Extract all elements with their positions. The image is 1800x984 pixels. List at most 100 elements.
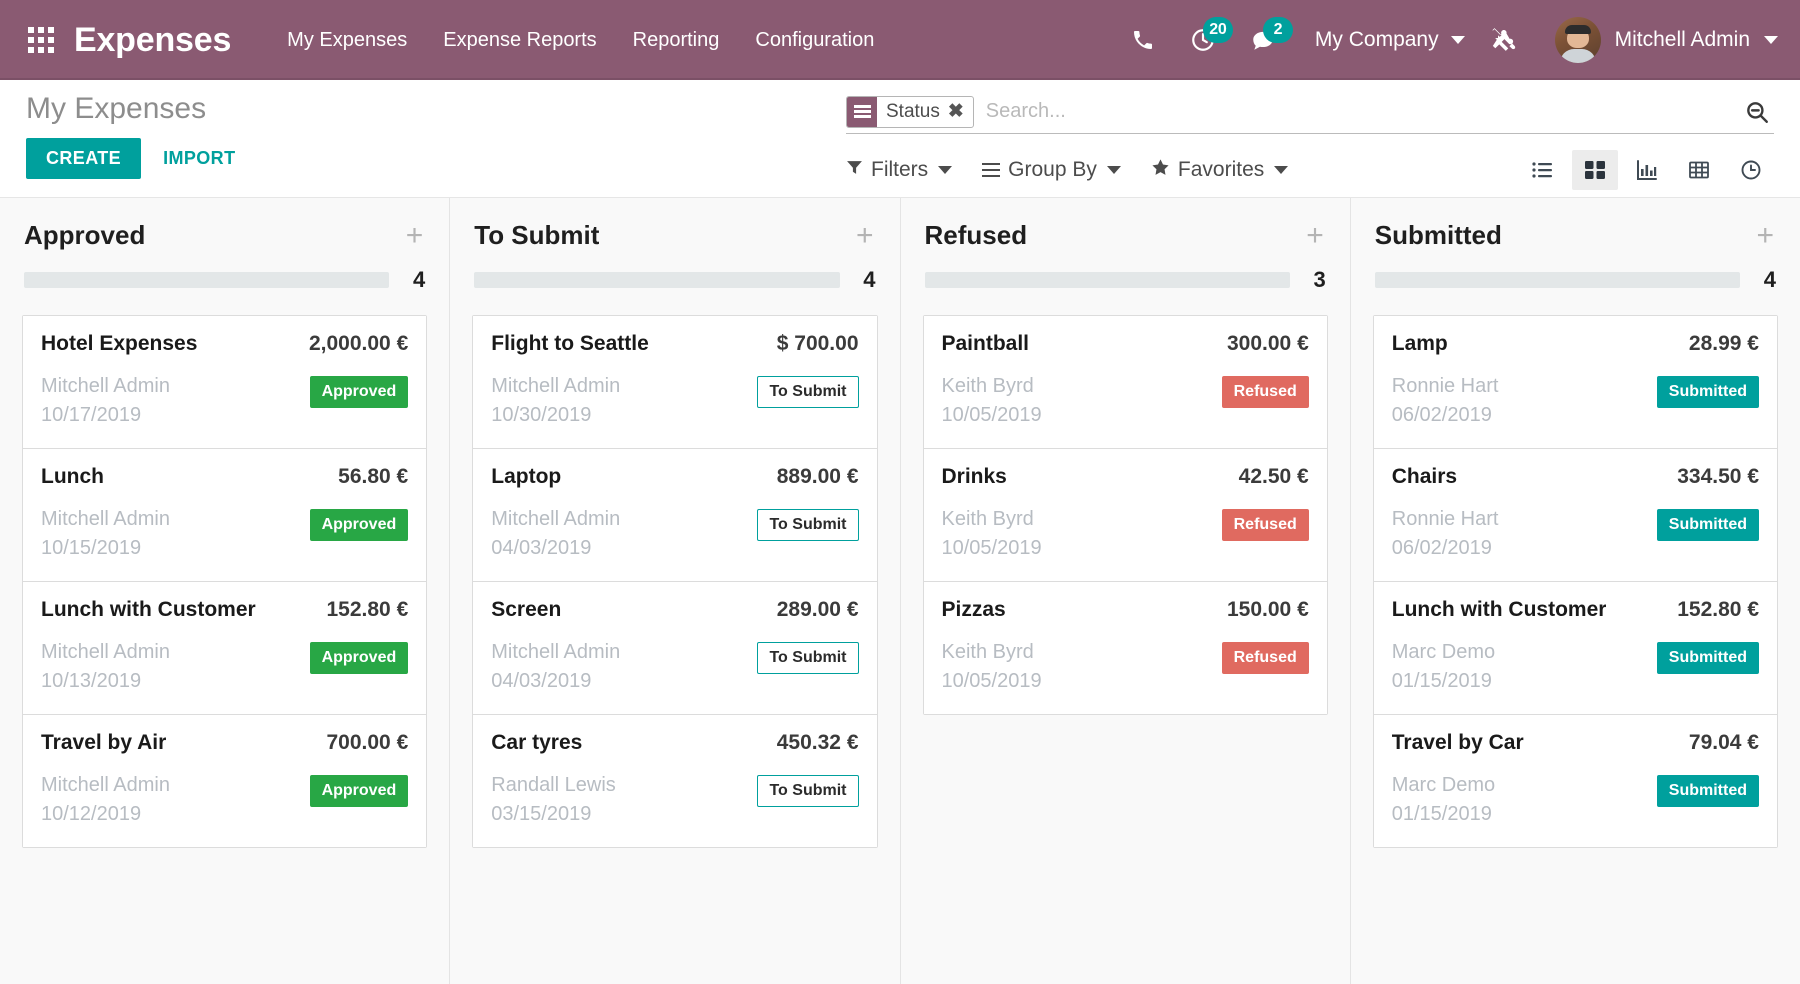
card-footer: Mitchell Admin 10/30/2019 To Submit xyxy=(491,372,858,430)
card-title: Car tyres xyxy=(491,731,582,755)
search-minus-icon[interactable] xyxy=(1734,99,1774,125)
status-badge[interactable]: Refused xyxy=(1222,376,1309,408)
search-input[interactable] xyxy=(978,100,1734,123)
status-badge[interactable]: To Submit xyxy=(757,376,858,408)
favorites-dropdown[interactable]: Favorites xyxy=(1151,158,1288,183)
chevron-down-icon xyxy=(1274,166,1288,174)
kanban-card[interactable]: Lunch with Customer 152.80 € Mitchell Ad… xyxy=(23,582,426,715)
kanban-column-title: Refused xyxy=(925,220,1028,251)
kanban-card[interactable]: Travel by Air 700.00 € Mitchell Admin 10… xyxy=(23,715,426,847)
kanban-column-header: Approved + xyxy=(22,198,427,251)
kanban-column-count: 3 xyxy=(1306,267,1326,293)
status-badge[interactable]: To Submit xyxy=(757,775,858,807)
control-panel: My Expenses CREATE IMPORT Status ✖ xyxy=(0,80,1800,198)
group-by-dropdown[interactable]: Group By xyxy=(982,158,1121,182)
nav-menu-my-expenses[interactable]: My Expenses xyxy=(269,0,425,80)
messages-count-badge: 2 xyxy=(1263,17,1293,43)
kanban-view-icon[interactable] xyxy=(1572,150,1618,190)
nav-menu-configuration[interactable]: Configuration xyxy=(737,0,892,80)
card-title: Lunch with Customer xyxy=(41,598,256,622)
status-badge[interactable]: To Submit xyxy=(757,509,858,541)
card-employee: Keith Byrd xyxy=(942,505,1042,534)
bar-chart-view-icon[interactable] xyxy=(1624,150,1670,190)
plus-icon[interactable]: + xyxy=(404,225,426,246)
user-menu[interactable]: Mitchell Admin xyxy=(1555,17,1778,63)
nav-menu-reporting[interactable]: Reporting xyxy=(615,0,738,80)
kanban-column-title: Submitted xyxy=(1375,220,1502,251)
kanban-column: To Submit + 4 Flight to Seattle $ 700.00… xyxy=(450,198,900,984)
progress-bar[interactable] xyxy=(1375,272,1740,288)
status-badge[interactable]: Approved xyxy=(310,509,409,541)
kanban-column-progress: 3 xyxy=(925,267,1326,293)
kanban-card[interactable]: Screen 289.00 € Mitchell Admin 04/03/201… xyxy=(473,582,876,715)
search-facet-status[interactable]: Status ✖ xyxy=(846,96,974,128)
status-badge[interactable]: Submitted xyxy=(1657,775,1759,807)
import-button[interactable]: IMPORT xyxy=(145,138,253,179)
plus-icon[interactable]: + xyxy=(1754,225,1776,246)
card-header: Drinks 42.50 € xyxy=(942,465,1309,489)
kanban-card[interactable]: Lunch 56.80 € Mitchell Admin 10/15/2019 … xyxy=(23,449,426,582)
kanban-card[interactable]: Chairs 334.50 € Ronnie Hart 06/02/2019 S… xyxy=(1374,449,1777,582)
kanban-card[interactable]: Laptop 889.00 € Mitchell Admin 04/03/201… xyxy=(473,449,876,582)
card-employee: Mitchell Admin xyxy=(491,372,620,401)
plus-icon[interactable]: + xyxy=(854,225,876,246)
status-badge[interactable]: Submitted xyxy=(1657,509,1759,541)
card-meta: Mitchell Admin 10/12/2019 xyxy=(41,771,170,829)
status-badge[interactable]: Approved xyxy=(310,642,409,674)
card-amount: 152.80 € xyxy=(1677,598,1759,622)
status-badge[interactable]: Refused xyxy=(1222,642,1309,674)
kanban-card[interactable]: Lamp 28.99 € Ronnie Hart 06/02/2019 Subm… xyxy=(1374,316,1777,449)
kanban-card[interactable]: Pizzas 150.00 € Keith Byrd 10/05/2019 Re… xyxy=(924,582,1327,714)
clock-activity-icon[interactable]: 20 xyxy=(1189,23,1217,57)
kanban-card[interactable]: Travel by Car 79.04 € Marc Demo 01/15/20… xyxy=(1374,715,1777,847)
kanban-card[interactable]: Flight to Seattle $ 700.00 Mitchell Admi… xyxy=(473,316,876,449)
status-badge[interactable]: Approved xyxy=(310,376,409,408)
control-panel-left: My Expenses CREATE IMPORT xyxy=(26,94,846,179)
kanban-card[interactable]: Car tyres 450.32 € Randall Lewis 03/15/2… xyxy=(473,715,876,847)
card-date: 10/15/2019 xyxy=(41,534,170,563)
list-view-icon[interactable] xyxy=(1520,150,1566,190)
apps-grid-icon[interactable] xyxy=(28,27,54,53)
plus-icon[interactable]: + xyxy=(1304,225,1326,246)
filters-dropdown[interactable]: Filters xyxy=(846,158,952,182)
company-switcher[interactable]: My Company xyxy=(1315,28,1465,52)
status-badge[interactable]: Submitted xyxy=(1657,642,1759,674)
progress-bar[interactable] xyxy=(474,272,839,288)
card-title: Travel by Car xyxy=(1392,731,1524,755)
kanban-card-stack: Flight to Seattle $ 700.00 Mitchell Admi… xyxy=(472,315,877,848)
card-meta: Mitchell Admin 04/03/2019 xyxy=(491,638,620,696)
phone-icon[interactable] xyxy=(1129,23,1157,57)
control-panel-right: Status ✖ Filters xyxy=(846,94,1774,192)
card-title: Screen xyxy=(491,598,561,622)
status-badge[interactable]: To Submit xyxy=(757,642,858,674)
create-button[interactable]: CREATE xyxy=(26,138,141,179)
kanban-card[interactable]: Hotel Expenses 2,000.00 € Mitchell Admin… xyxy=(23,316,426,449)
pivot-table-view-icon[interactable] xyxy=(1676,150,1722,190)
status-badge[interactable]: Refused xyxy=(1222,509,1309,541)
card-date: 10/05/2019 xyxy=(942,401,1042,430)
card-title: Lunch xyxy=(41,465,104,489)
card-meta: Mitchell Admin 10/30/2019 xyxy=(491,372,620,430)
facet-remove-icon[interactable]: ✖ xyxy=(948,102,964,121)
card-meta: Ronnie Hart 06/02/2019 xyxy=(1392,505,1499,563)
card-footer: Ronnie Hart 06/02/2019 Submitted xyxy=(1392,505,1759,563)
status-badge[interactable]: Submitted xyxy=(1657,376,1759,408)
chevron-down-icon xyxy=(938,166,952,174)
card-title: Pizzas xyxy=(942,598,1006,622)
progress-bar[interactable] xyxy=(24,272,389,288)
card-employee: Mitchell Admin xyxy=(41,505,170,534)
kanban-card[interactable]: Lunch with Customer 152.80 € Marc Demo 0… xyxy=(1374,582,1777,715)
progress-bar[interactable] xyxy=(925,272,1290,288)
facet-label: Status xyxy=(886,101,940,123)
wrench-tools-icon[interactable] xyxy=(1489,23,1517,57)
chat-bubble-icon[interactable]: 2 xyxy=(1249,23,1277,57)
status-badge[interactable]: Approved xyxy=(310,775,409,807)
kanban-card[interactable]: Drinks 42.50 € Keith Byrd 10/05/2019 Ref… xyxy=(924,449,1327,582)
facet-groupby-icon[interactable] xyxy=(847,97,877,127)
nav-menu-expense-reports[interactable]: Expense Reports xyxy=(425,0,614,80)
app-brand-title[interactable]: Expenses xyxy=(74,21,231,60)
clock-view-icon[interactable] xyxy=(1728,150,1774,190)
kanban-card[interactable]: Paintball 300.00 € Keith Byrd 10/05/2019… xyxy=(924,316,1327,449)
card-amount: 889.00 € xyxy=(777,465,859,489)
kanban-column-header: Submitted + xyxy=(1373,198,1778,251)
